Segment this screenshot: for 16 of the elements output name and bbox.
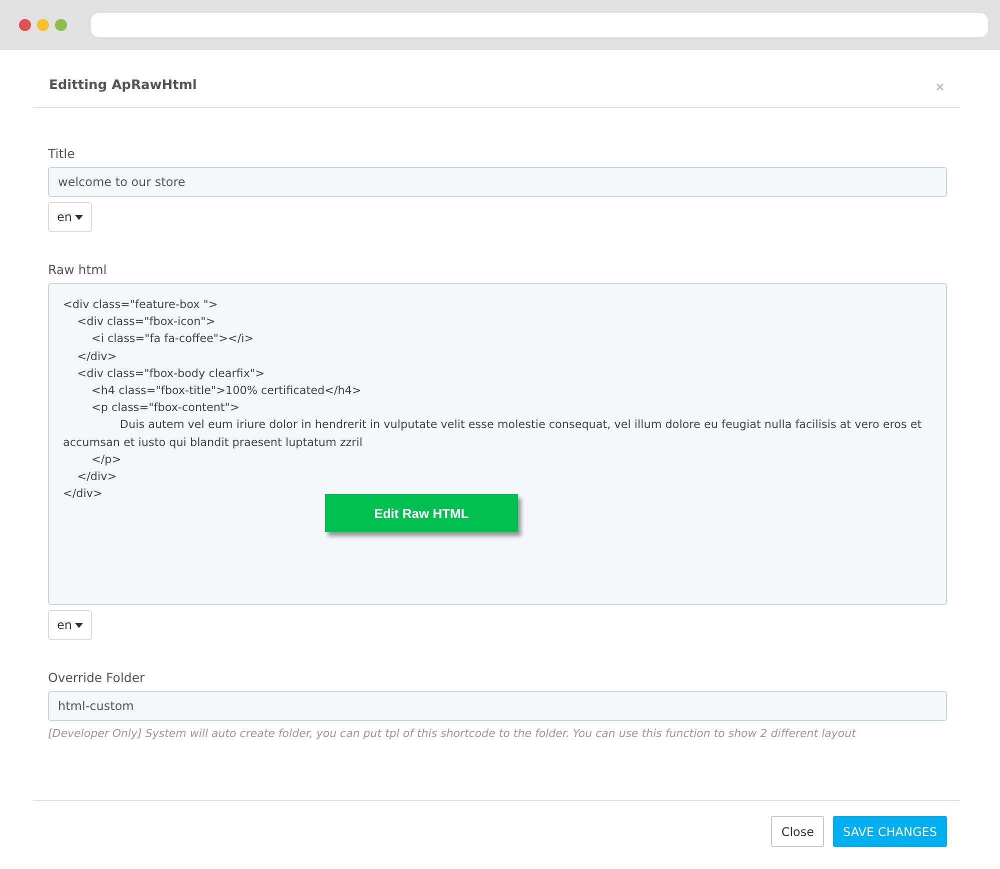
maximize-dot-icon (55, 19, 67, 31)
field-label: Override Folder (48, 670, 146, 685)
modal-title: Editting ApRawHtml (49, 78, 197, 93)
language-dropdown[interactable]: en (48, 202, 92, 232)
address-bar[interactable] (91, 13, 988, 37)
close-dot-icon (19, 19, 31, 31)
minimize-dot-icon (37, 19, 49, 31)
close-button[interactable]: Close (771, 816, 824, 847)
help-text: [Developer Only] System will auto create folder, you can put tpl of this shortcode to the folder. You can use this function to show 2 different layout (48, 727, 858, 740)
field-label: Title (48, 146, 76, 161)
text-input[interactable]: welcome to our store (48, 167, 947, 197)
field-label: Raw html (48, 262, 108, 277)
text-input[interactable]: html-custom (48, 691, 947, 721)
language-dropdown[interactable]: en (48, 610, 92, 640)
caret-icon (75, 622, 83, 628)
caret-icon (75, 214, 83, 220)
